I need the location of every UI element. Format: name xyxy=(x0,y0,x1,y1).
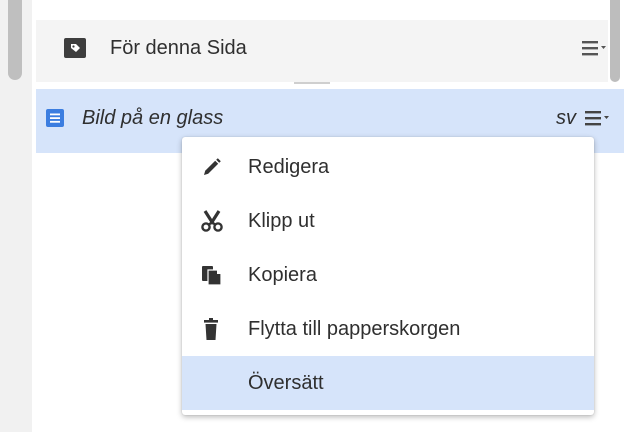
pencil-icon xyxy=(200,155,224,179)
menu-item-trash[interactable]: Flytta till papperskorgen xyxy=(182,302,594,356)
tag-icon xyxy=(64,38,86,58)
section-title: För denna Sida xyxy=(110,37,247,59)
list-menu-icon xyxy=(585,111,609,126)
copy-icon xyxy=(200,263,224,287)
list-menu-icon xyxy=(582,41,606,56)
left-scrollbar-thumb[interactable] xyxy=(8,0,22,80)
document-icon xyxy=(46,109,64,127)
menu-item-translate[interactable]: Översätt xyxy=(182,356,594,410)
app-root: För denna Sida Bild på en glass sv Redig… xyxy=(0,0,624,432)
section-menu-button[interactable] xyxy=(582,40,608,56)
divider xyxy=(294,82,330,84)
menu-item-label: Kopiera xyxy=(248,264,317,286)
scissors-icon xyxy=(200,209,224,233)
menu-item-label: Klipp ut xyxy=(248,210,315,232)
menu-item-copy[interactable]: Kopiera xyxy=(182,248,594,302)
right-scrollbar-thumb[interactable] xyxy=(610,0,620,82)
language-badge: sv xyxy=(556,107,576,129)
menu-item-label: Redigera xyxy=(248,156,330,178)
trash-icon xyxy=(200,317,224,341)
menu-item-label: Översätt xyxy=(248,372,324,394)
left-scrollbar-track xyxy=(0,0,32,432)
item-menu-button[interactable] xyxy=(585,110,611,126)
menu-item-label: Flytta till papperskorgen xyxy=(248,318,461,340)
menu-item-edit[interactable]: Redigera xyxy=(182,140,594,194)
item-title: Bild på en glass xyxy=(82,107,224,129)
menu-item-cut[interactable]: Klipp ut xyxy=(182,194,594,248)
context-menu: Redigera Klipp ut Kopiera Flytta till pa… xyxy=(182,137,594,415)
section-header: För denna Sida xyxy=(36,20,608,82)
